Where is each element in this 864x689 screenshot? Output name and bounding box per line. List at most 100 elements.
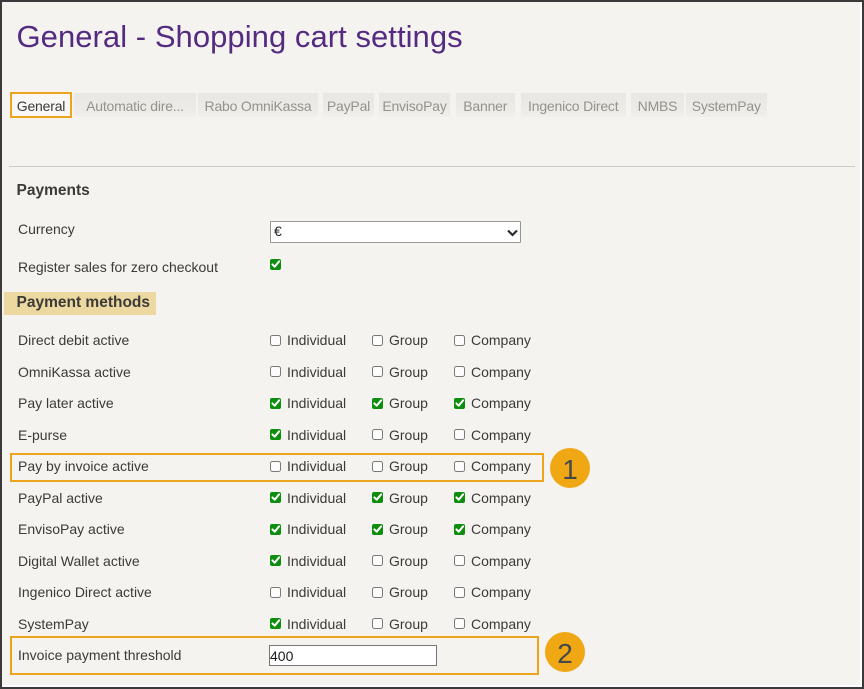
method-label-digital-wallet-active: Digital Wallet active bbox=[18, 554, 140, 568]
chevron-down-icon bbox=[507, 228, 518, 237]
checkbox-label-digital-wallet-active-company: Company bbox=[471, 554, 531, 568]
checkbox-label-omnikassa-active-individual: Individual bbox=[287, 365, 346, 379]
checkbox-label-paypal-active-group: Group bbox=[389, 491, 428, 505]
tab-envisopay[interactable]: EnvisoPay bbox=[379, 93, 450, 117]
checkbox-pay-later-active-group[interactable] bbox=[372, 398, 383, 409]
checkbox-ingenico-direct-active-company[interactable] bbox=[454, 587, 465, 598]
checkbox-omnikassa-active-group[interactable] bbox=[372, 366, 383, 377]
tab-nmbs[interactable]: NMBS bbox=[631, 93, 684, 117]
tab-bar: GeneralAutomatic dire...Rabo OmniKassaPa… bbox=[2, 92, 862, 119]
page-title: General - Shopping cart settings bbox=[17, 21, 463, 52]
check-icon bbox=[270, 429, 281, 440]
check-icon bbox=[372, 524, 383, 535]
check-icon bbox=[270, 555, 281, 566]
check-icon bbox=[270, 398, 281, 409]
checkbox-label-pay-later-active-company: Company bbox=[471, 396, 531, 410]
currency-label: Currency bbox=[18, 222, 75, 236]
payments-heading: Payments bbox=[17, 183, 90, 198]
checkbox-label-envisopay-active-individual: Individual bbox=[287, 522, 346, 536]
checkbox-systempay-company[interactable] bbox=[454, 618, 465, 629]
currency-select-value: € bbox=[274, 223, 282, 239]
checkbox-label-paypal-active-company: Company bbox=[471, 491, 531, 505]
check-icon bbox=[270, 259, 281, 270]
checkbox-label-omnikassa-active-company: Company bbox=[471, 365, 531, 379]
method-label-envisopay-active: EnvisoPay active bbox=[18, 522, 125, 536]
method-label-systempay: SystemPay bbox=[18, 617, 89, 631]
checkbox-label-envisopay-active-company: Company bbox=[471, 522, 531, 536]
annotation-box-1 bbox=[10, 453, 544, 483]
method-label-omnikassa-active: OmniKassa active bbox=[18, 365, 131, 379]
checkbox-omnikassa-active-company[interactable] bbox=[454, 366, 465, 377]
check-icon bbox=[454, 398, 465, 409]
checkbox-label-digital-wallet-active-group: Group bbox=[389, 554, 428, 568]
method-label-paypal-active: PayPal active bbox=[18, 491, 103, 505]
method-label-direct-debit-active: Direct debit active bbox=[18, 333, 129, 347]
tab-automatic-dire[interactable]: Automatic dire... bbox=[74, 93, 196, 117]
tab-paypal[interactable]: PayPal bbox=[323, 93, 374, 117]
checkbox-digital-wallet-active-company[interactable] bbox=[454, 555, 465, 566]
checkbox-label-ingenico-direct-active-company: Company bbox=[471, 585, 531, 599]
method-label-ingenico-direct-active: Ingenico Direct active bbox=[18, 585, 152, 599]
checkbox-label-digital-wallet-active-individual: Individual bbox=[287, 554, 346, 568]
checkbox-direct-debit-active-company[interactable] bbox=[454, 335, 465, 346]
tab-general[interactable]: General bbox=[10, 92, 72, 118]
currency-select[interactable]: € bbox=[270, 221, 521, 243]
check-icon bbox=[270, 618, 281, 629]
register-zero-checkout-label: Register sales for zero checkout bbox=[18, 260, 218, 274]
checkbox-ingenico-direct-active-group[interactable] bbox=[372, 587, 383, 598]
chevron-down-glyph bbox=[507, 228, 518, 237]
check-icon bbox=[270, 524, 281, 535]
annotation-box-2 bbox=[10, 636, 540, 675]
checkbox-systempay-group[interactable] bbox=[372, 618, 383, 629]
checkbox-label-direct-debit-active-group: Group bbox=[389, 333, 428, 347]
check-icon bbox=[454, 524, 465, 535]
shopping-cart-settings-page: General - Shopping cart settings General… bbox=[0, 0, 864, 689]
checkbox-label-omnikassa-active-group: Group bbox=[389, 365, 428, 379]
checkbox-digital-wallet-active-group[interactable] bbox=[372, 555, 383, 566]
checkbox-label-ingenico-direct-active-individual: Individual bbox=[287, 585, 346, 599]
checkbox-label-systempay-individual: Individual bbox=[287, 617, 346, 631]
tab-banner[interactable]: Banner bbox=[456, 93, 516, 117]
checkbox-e-purse-company[interactable] bbox=[454, 429, 465, 440]
method-label-pay-later-active: Pay later active bbox=[18, 396, 114, 410]
checkbox-paypal-active-individual[interactable] bbox=[270, 492, 281, 503]
checkbox-paypal-active-group[interactable] bbox=[372, 492, 383, 503]
checkbox-envisopay-active-company[interactable] bbox=[454, 524, 465, 535]
check-icon bbox=[454, 492, 465, 503]
checkbox-label-systempay-company: Company bbox=[471, 617, 531, 631]
tab-ingenico-direct[interactable]: Ingenico Direct bbox=[521, 93, 626, 117]
checkbox-label-e-purse-company: Company bbox=[471, 428, 531, 442]
checkbox-label-e-purse-individual: Individual bbox=[287, 428, 346, 442]
checkbox-label-direct-debit-active-individual: Individual bbox=[287, 333, 346, 347]
method-label-e-purse: E-purse bbox=[18, 428, 67, 442]
checkbox-pay-later-active-company[interactable] bbox=[454, 398, 465, 409]
checkbox-systempay-individual[interactable] bbox=[270, 618, 281, 629]
checkbox-direct-debit-active-group[interactable] bbox=[372, 335, 383, 346]
checkbox-label-direct-debit-active-company: Company bbox=[471, 333, 531, 347]
checkbox-digital-wallet-active-individual[interactable] bbox=[270, 555, 281, 566]
tab-systempay[interactable]: SystemPay bbox=[686, 93, 767, 117]
checkbox-e-purse-group[interactable] bbox=[372, 429, 383, 440]
checkbox-label-paypal-active-individual: Individual bbox=[287, 491, 346, 505]
checkbox-pay-later-active-individual[interactable] bbox=[270, 398, 281, 409]
section-divider bbox=[9, 166, 855, 167]
checkbox-direct-debit-active-individual[interactable] bbox=[270, 335, 281, 346]
checkbox-label-e-purse-group: Group bbox=[389, 428, 428, 442]
checkbox-label-pay-later-active-individual: Individual bbox=[287, 396, 346, 410]
annotation-step-2: 2 bbox=[545, 632, 585, 672]
checkbox-omnikassa-active-individual[interactable] bbox=[270, 366, 281, 377]
checkbox-paypal-active-company[interactable] bbox=[454, 492, 465, 503]
check-icon bbox=[372, 398, 383, 409]
checkbox-label-envisopay-active-group: Group bbox=[389, 522, 428, 536]
checkbox-envisopay-active-individual[interactable] bbox=[270, 524, 281, 535]
register-zero-checkout-checkbox[interactable] bbox=[270, 259, 281, 270]
check-icon bbox=[270, 492, 281, 503]
tab-rabo-omnikassa[interactable]: Rabo OmniKassa bbox=[198, 93, 318, 117]
checkbox-e-purse-individual[interactable] bbox=[270, 429, 281, 440]
checkbox-ingenico-direct-active-individual[interactable] bbox=[270, 587, 281, 598]
checkbox-envisopay-active-group[interactable] bbox=[372, 524, 383, 535]
payment-methods-heading: Payment methods bbox=[4, 292, 156, 315]
checkbox-label-pay-later-active-group: Group bbox=[389, 396, 428, 410]
annotation-step-1: 1 bbox=[550, 448, 590, 488]
checkbox-label-systempay-group: Group bbox=[389, 617, 428, 631]
